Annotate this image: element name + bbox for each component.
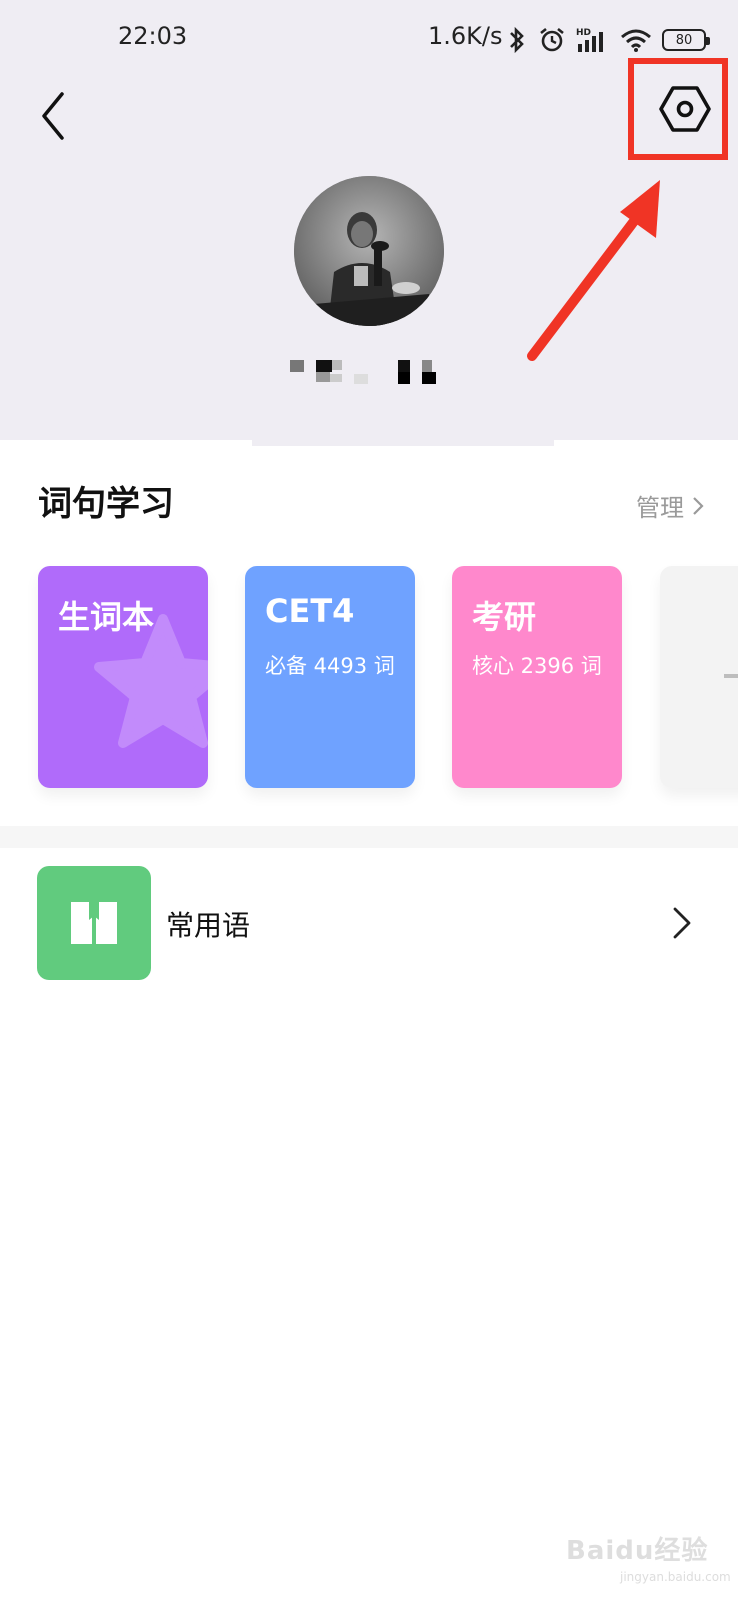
watermark: Baidu经验 [566,1536,709,1566]
alarm-icon [540,27,564,52]
header-tab-shape [252,432,554,446]
card-subtitle: 必备 4493 词 [265,654,395,678]
chevron-right-icon [673,907,691,939]
manage-label: 管理 [636,494,684,522]
chevron-left-icon [42,92,64,140]
wordbook-card[interactable]: 生词本 [38,566,208,788]
section-title: 词句学习 [38,484,174,524]
back-button[interactable] [28,86,80,146]
book-icon [71,902,117,944]
watermark-url: jingyan.baidu.com [620,1570,731,1584]
add-card[interactable] [660,566,738,788]
common-phrases-row[interactable]: 常用语 [0,866,738,980]
signal-hd-icon: HD [576,28,603,52]
card-title: CET4 [265,592,355,630]
postgraduate-card[interactable]: 考研 核心 2396 词 [452,566,622,788]
wifi-icon [621,29,651,52]
phrases-label: 常用语 [166,909,251,942]
status-time: 22:03 [118,22,188,50]
annotation-arrow [527,180,660,361]
battery-level: 80 [675,32,693,48]
battery-icon: 80 [662,29,710,51]
card-title: 生词本 [58,598,155,636]
section-divider [0,826,738,848]
chevron-right-icon [693,496,704,515]
phrases-icon-tile [37,866,151,980]
status-net-speed: 1.6K/s [428,22,503,50]
avatar[interactable] [294,176,444,326]
card-subtitle: 核心 2396 词 [472,654,602,678]
avatar-photo [294,176,444,326]
bluetooth-icon [510,26,524,54]
card-title: 考研 [472,598,537,636]
status-icons: HD 80 [506,26,710,54]
manage-link[interactable]: 管理 [636,488,704,523]
cet4-card[interactable]: CET4 必备 4493 词 [245,566,415,788]
annotation-highlight-box [628,58,728,160]
svg-text:HD: HD [576,28,591,38]
username-pixelated [290,360,450,392]
plus-icon [724,674,738,678]
